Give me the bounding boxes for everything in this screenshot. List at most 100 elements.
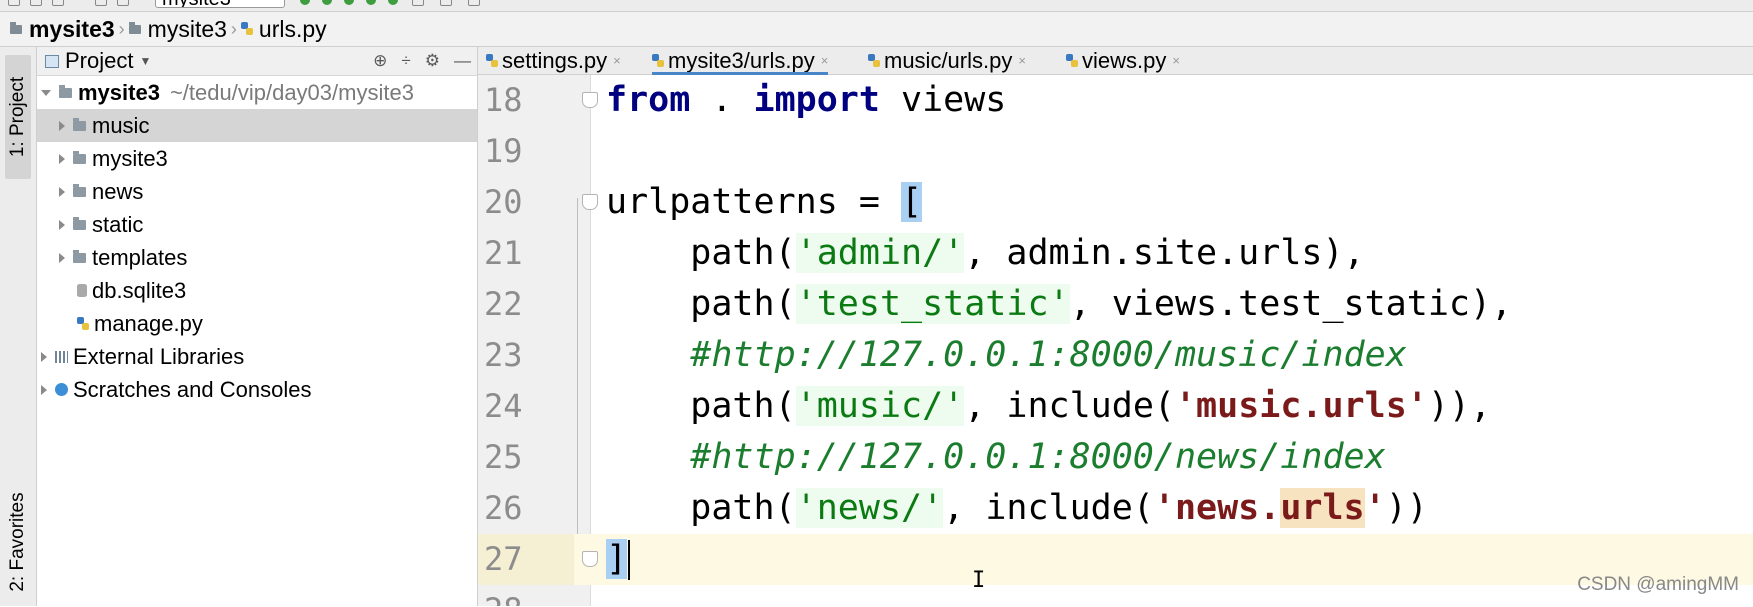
tree-item-music[interactable]: music bbox=[37, 109, 477, 142]
tree-item-scratches[interactable]: Scratches and Consoles bbox=[37, 373, 477, 406]
breadcrumb-folder[interactable]: mysite3 › bbox=[125, 16, 237, 43]
code-line[interactable]: 24 path('music/', include('music.urls'))… bbox=[478, 381, 1753, 432]
code-line-current[interactable]: 27 ] bbox=[478, 534, 1753, 585]
concurrency-icon[interactable] bbox=[388, 0, 398, 5]
expand-arrow-icon[interactable] bbox=[41, 384, 47, 395]
highlighted-reference: urls bbox=[1280, 488, 1365, 528]
gear-icon[interactable]: ⚙ bbox=[425, 51, 440, 71]
tree-item-templates[interactable]: templates bbox=[37, 241, 477, 274]
tree-root-label: mysite3 bbox=[78, 79, 160, 105]
expand-arrow-icon[interactable] bbox=[59, 186, 65, 197]
line-number: 22 bbox=[484, 285, 523, 323]
expand-arrow-icon[interactable] bbox=[59, 120, 65, 131]
tree-item-news[interactable]: news bbox=[37, 175, 477, 208]
project-view-select[interactable]: Project bbox=[65, 48, 133, 74]
expand-arrow-icon[interactable] bbox=[59, 153, 65, 164]
tree-item-external-libraries[interactable]: External Libraries bbox=[37, 340, 477, 373]
close-icon[interactable]: × bbox=[1172, 53, 1180, 68]
text-caret bbox=[628, 540, 631, 580]
expand-arrow-icon[interactable] bbox=[41, 89, 51, 96]
search-icon[interactable] bbox=[468, 0, 480, 6]
tree-root[interactable]: mysite3 ~/tedu/vip/day03/mysite3 bbox=[37, 76, 477, 109]
open-icon[interactable] bbox=[8, 0, 20, 6]
python-file-icon bbox=[77, 316, 89, 331]
tab-label: music/urls.py bbox=[884, 47, 1013, 73]
line-number: 18 bbox=[484, 81, 523, 119]
tree-item-mysite3[interactable]: mysite3 bbox=[37, 142, 477, 175]
forward-icon[interactable] bbox=[117, 0, 129, 6]
close-icon[interactable]: × bbox=[613, 53, 621, 68]
save-icon[interactable] bbox=[30, 0, 42, 6]
hide-icon[interactable]: — bbox=[454, 51, 471, 71]
python-file-icon bbox=[1066, 53, 1078, 68]
breadcrumb-file[interactable]: urls.py bbox=[237, 16, 327, 43]
folder-icon bbox=[59, 84, 72, 98]
code-line[interactable]: 18 from . import views bbox=[478, 75, 1753, 126]
expand-arrow-icon[interactable] bbox=[59, 219, 65, 230]
run-icon[interactable] bbox=[300, 0, 310, 5]
editor-tabs: settings.py × mysite3/urls.py × music/ur… bbox=[478, 47, 1753, 75]
favorites-tool-tab[interactable]: 2: Favorites bbox=[5, 477, 31, 607]
close-icon[interactable]: × bbox=[821, 53, 829, 68]
vcs-icon[interactable] bbox=[440, 0, 452, 6]
code-line[interactable]: 22 path('test_static', views.test_static… bbox=[478, 279, 1753, 330]
fold-marker-icon[interactable] bbox=[582, 92, 598, 108]
line-number: 23 bbox=[484, 336, 523, 374]
tree-item-label: db.sqlite3 bbox=[92, 277, 187, 303]
tab-views-py[interactable]: views.py × bbox=[1066, 47, 1180, 74]
tree-item-static[interactable]: static bbox=[37, 208, 477, 241]
tab-label: views.py bbox=[1082, 47, 1167, 73]
code-line[interactable]: 23 #http://127.0.0.1:8000/music/index bbox=[478, 330, 1753, 381]
line-number: 24 bbox=[484, 387, 523, 425]
fold-marker-icon[interactable] bbox=[582, 551, 598, 567]
breadcrumb-project[interactable]: mysite3 › bbox=[0, 16, 125, 43]
database-file-icon bbox=[77, 284, 87, 297]
tab-settings-py[interactable]: settings.py × bbox=[486, 47, 621, 74]
project-tool-tab[interactable]: 1: Project bbox=[5, 55, 31, 179]
sync-icon[interactable] bbox=[52, 0, 64, 6]
fold-marker-icon[interactable] bbox=[582, 194, 598, 210]
project-view-icon bbox=[45, 54, 59, 68]
python-file-icon bbox=[240, 22, 253, 36]
code-line[interactable]: 25 #http://127.0.0.1:8000/news/index bbox=[478, 432, 1753, 483]
line-number: 21 bbox=[484, 234, 523, 272]
profile-icon[interactable] bbox=[366, 0, 376, 5]
code-line[interactable]: 20 urlpatterns = [ bbox=[478, 177, 1753, 228]
line-number: 25 bbox=[484, 438, 523, 476]
folder-icon bbox=[73, 216, 86, 230]
run-config-select[interactable]: mysite3 bbox=[155, 0, 285, 8]
code-line[interactable]: 21 path('admin/', admin.site.urls), bbox=[478, 228, 1753, 279]
tree-root-path: ~/tedu/vip/day03/mysite3 bbox=[169, 79, 414, 105]
chevron-down-icon[interactable]: ▼ bbox=[139, 54, 151, 68]
matched-bracket: ] bbox=[606, 539, 628, 579]
code-text: from . import views bbox=[606, 80, 1007, 120]
tree-item-label: manage.py bbox=[94, 310, 203, 336]
watermark: CSDN @amingMM bbox=[1577, 574, 1739, 595]
code-editor: settings.py × mysite3/urls.py × music/ur… bbox=[478, 47, 1753, 606]
tree-item-manage-py[interactable]: manage.py bbox=[37, 307, 477, 340]
code-comment: #http://127.0.0.1:8000/news/index bbox=[606, 437, 1386, 477]
code-text: path('news/', include('news.urls')) bbox=[606, 488, 1428, 528]
stop-icon[interactable] bbox=[412, 0, 424, 6]
code-line[interactable]: 19 bbox=[478, 126, 1753, 177]
breadcrumb-label: mysite3 bbox=[147, 15, 227, 42]
locate-icon[interactable]: ⊕ bbox=[373, 51, 387, 71]
tree-item-db-sqlite3[interactable]: db.sqlite3 bbox=[37, 274, 477, 307]
line-number: 28 bbox=[478, 585, 574, 606]
tab-mysite3-urls-py[interactable]: mysite3/urls.py × bbox=[652, 47, 829, 75]
debug-icon[interactable] bbox=[322, 0, 332, 5]
back-icon[interactable] bbox=[95, 0, 107, 6]
collapse-all-icon[interactable]: ÷ bbox=[401, 51, 410, 71]
code-line[interactable]: 26 path('news/', include('news.urls')) bbox=[478, 483, 1753, 534]
expand-arrow-icon[interactable] bbox=[59, 252, 65, 263]
code-area[interactable]: 18 from . import views 19 20 urlpatterns… bbox=[478, 75, 1753, 606]
expand-arrow-icon[interactable] bbox=[41, 351, 47, 362]
line-number: 26 bbox=[484, 489, 523, 527]
coverage-icon[interactable] bbox=[344, 0, 354, 5]
close-icon[interactable]: × bbox=[1018, 53, 1026, 68]
code-line[interactable]: 28 bbox=[478, 585, 1753, 606]
folder-icon bbox=[73, 183, 86, 197]
code-comment: #http://127.0.0.1:8000/music/index bbox=[606, 335, 1407, 375]
tab-music-urls-py[interactable]: music/urls.py × bbox=[868, 47, 1026, 74]
code-text: path('test_static', views.test_static), bbox=[606, 284, 1513, 324]
